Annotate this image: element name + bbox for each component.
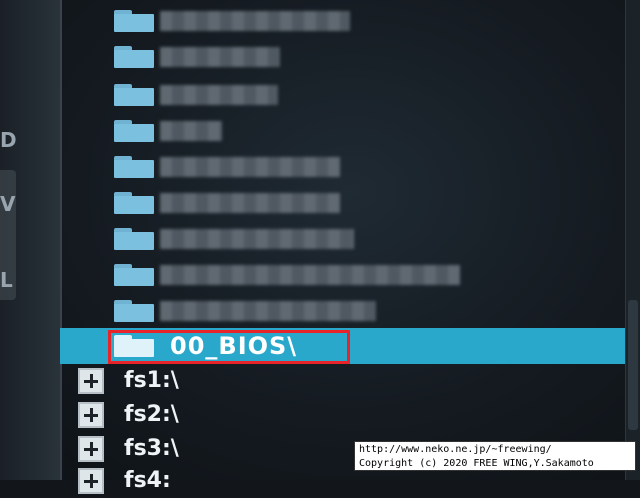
folder-row-obscured[interactable]	[60, 222, 626, 256]
obscured-folder-name	[160, 301, 376, 321]
left-panel: D V L	[0, 0, 62, 480]
left-panel-letter-3: L	[0, 268, 13, 292]
watermark-url: http://www.neko.ne.jp/~freewing/	[359, 444, 552, 455]
folder-icon	[114, 46, 154, 68]
obscured-folder-name	[160, 265, 460, 285]
folder-icon	[114, 120, 154, 142]
folder-row-obscured[interactable]	[60, 78, 626, 112]
folder-row-obscured[interactable]	[60, 4, 626, 38]
drive-label: fs3:\	[124, 436, 179, 461]
folder-row-obscured[interactable]	[60, 114, 626, 148]
folder-icon	[114, 228, 154, 250]
obscured-folder-name	[160, 229, 354, 249]
file-tree: 00_BIOS\ fs1:\ fs2:\ fs3:\ fs4:	[60, 0, 640, 494]
drive-row-fs1[interactable]: fs1:\	[78, 366, 478, 398]
folder-icon	[114, 10, 154, 32]
expand-plus-icon[interactable]	[78, 368, 104, 394]
drive-row-fs2[interactable]: fs2:\	[78, 400, 478, 432]
obscured-folder-name	[160, 121, 222, 141]
folder-icon	[114, 84, 154, 106]
copyright-watermark: http://www.neko.ne.jp/~freewing/ Copyrig…	[354, 441, 636, 471]
folder-row-obscured[interactable]	[60, 186, 626, 220]
obscured-folder-name	[160, 47, 280, 67]
obscured-folder-name	[160, 85, 278, 105]
drive-label: fs1:\	[124, 368, 179, 393]
left-panel-letter-1: D	[0, 128, 17, 152]
folder-icon	[114, 192, 154, 214]
scrollbar-thumb[interactable]	[628, 300, 638, 430]
folder-row-obscured[interactable]	[60, 150, 626, 184]
drive-label: fs2:\	[124, 402, 179, 427]
expand-plus-icon[interactable]	[78, 468, 104, 494]
red-annotation-box	[108, 330, 350, 364]
drive-label: fs4:	[124, 468, 171, 493]
left-panel-letter-2: V	[0, 192, 16, 216]
obscured-folder-name	[160, 11, 350, 31]
obscured-folder-name	[160, 157, 340, 177]
folder-icon	[114, 156, 154, 178]
vertical-scrollbar[interactable]	[625, 0, 640, 480]
folder-icon	[114, 264, 154, 286]
expand-plus-icon[interactable]	[78, 436, 104, 462]
folder-row-obscured[interactable]	[60, 40, 626, 74]
expand-plus-icon[interactable]	[78, 402, 104, 428]
watermark-copyright: Copyright (c) 2020 FREE WING,Y.Sakamoto	[359, 458, 594, 469]
folder-icon	[114, 300, 154, 322]
folder-row-obscured[interactable]	[60, 258, 626, 292]
folder-row-obscured[interactable]	[60, 294, 626, 328]
obscured-folder-name	[160, 193, 340, 213]
uefi-file-browser-screen: D V L 00_BIOS\ fs1:\ fs2:\ fs3:\ fs4: ht…	[0, 0, 640, 494]
